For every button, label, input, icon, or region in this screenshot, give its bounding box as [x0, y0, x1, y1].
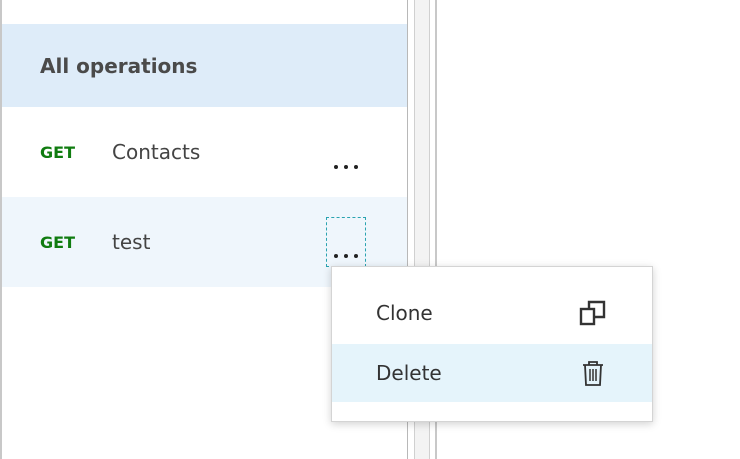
ellipsis-icon — [334, 254, 358, 258]
more-options-button[interactable] — [326, 217, 366, 267]
all-operations-item[interactable]: All operations — [2, 24, 407, 107]
clone-menu-item[interactable]: Clone — [332, 284, 652, 342]
context-menu: Clone Delete — [331, 266, 653, 422]
operation-name: test — [112, 230, 151, 254]
clone-icon — [579, 300, 606, 326]
delete-label: Delete — [376, 361, 442, 385]
method-badge: GET — [40, 142, 75, 162]
more-options-button[interactable] — [326, 127, 366, 177]
operation-item-contacts[interactable]: GET Contacts — [2, 107, 407, 197]
method-badge: GET — [40, 232, 75, 252]
ellipsis-icon — [334, 165, 358, 169]
delete-menu-item[interactable]: Delete — [332, 344, 652, 402]
api-operations-view: All operations GET Contacts GET test Clo… — [0, 0, 740, 459]
all-operations-label: All operations — [40, 53, 198, 78]
trash-icon — [583, 361, 603, 386]
clone-label: Clone — [376, 301, 433, 325]
operation-name: Contacts — [112, 140, 201, 164]
